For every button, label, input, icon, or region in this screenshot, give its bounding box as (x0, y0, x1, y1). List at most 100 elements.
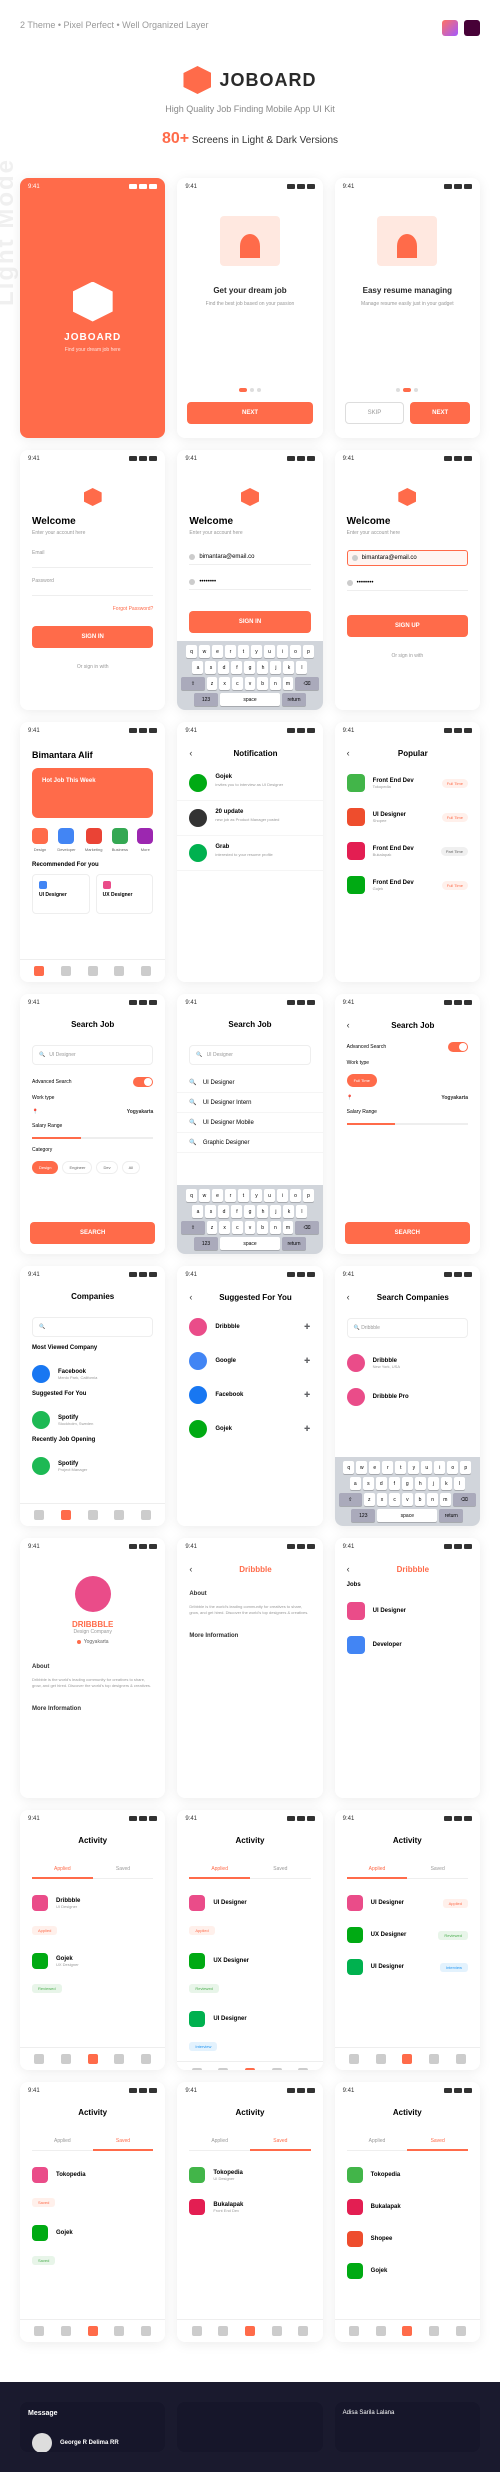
back-icon[interactable]: ‹ (347, 1564, 350, 1574)
search-input[interactable]: 🔍 Dribbble (347, 1318, 468, 1338)
activity-item[interactable]: DribbbleUI Designer (20, 1887, 165, 1919)
chip-all[interactable]: All (122, 1161, 140, 1174)
tab-profile-icon[interactable] (141, 966, 151, 976)
password-input[interactable]: •••••••• (189, 575, 310, 590)
password-input[interactable] (32, 587, 153, 596)
next-button[interactable]: NEXT (410, 402, 470, 424)
company-item[interactable]: Dribbble Pro (335, 1380, 480, 1414)
notification-item[interactable]: Grabinterested to your resume profile (177, 836, 322, 871)
tab-saved[interactable]: Saved (407, 1861, 468, 1879)
activity-item[interactable]: UI Designer (177, 2003, 322, 2035)
tab-saved[interactable]: Saved (93, 2133, 154, 2151)
forgot-link[interactable]: Forgot Password? (32, 606, 153, 612)
suggestion-item[interactable]: 🔍 Graphic Designer (177, 1133, 322, 1153)
company-item[interactable]: DribbbleNew York, USA (335, 1346, 480, 1380)
tab-message-icon[interactable] (114, 2054, 124, 2064)
saved-item[interactable]: Tokopedia (20, 2159, 165, 2191)
skip-button[interactable]: SKIP (345, 402, 405, 424)
saved-item[interactable]: Gojek (335, 2255, 480, 2287)
tab-saved[interactable]: Saved (250, 1861, 311, 1879)
back-icon[interactable]: ‹ (189, 1292, 192, 1302)
signin-button[interactable]: SIGN IN (189, 611, 310, 633)
notification-item[interactable]: Gojekinvites you to interview as UI Desi… (177, 766, 322, 801)
job-list-item[interactable]: Front End DevGojekFull Time (335, 868, 480, 902)
tab-activity-icon[interactable] (402, 2326, 412, 2336)
promo-card[interactable]: Hot Job This Week (32, 768, 153, 818)
saved-item[interactable]: TokopediaUI Designer (177, 2159, 322, 2191)
chip-design[interactable]: Design (32, 1161, 58, 1174)
tab-home-icon[interactable] (34, 1510, 44, 1520)
signup-button[interactable]: SIGN UP (347, 615, 468, 637)
tab-message-icon[interactable] (114, 1510, 124, 1520)
tab-applied[interactable]: Applied (347, 2133, 408, 2151)
back-icon[interactable]: ‹ (347, 1292, 350, 1302)
tab-companies-icon[interactable] (61, 1510, 71, 1520)
chip-fulltime[interactable]: Full Time (347, 1074, 377, 1087)
tab-search-icon[interactable] (61, 2326, 71, 2336)
tab-profile-icon[interactable] (141, 2326, 151, 2336)
advanced-toggle[interactable] (448, 1042, 468, 1052)
tab-message-icon[interactable] (429, 2326, 439, 2336)
tab-message-icon[interactable] (272, 2326, 282, 2336)
category-more[interactable]: More (137, 828, 153, 852)
back-icon[interactable]: ‹ (347, 748, 350, 758)
tab-activity-icon[interactable] (402, 2054, 412, 2064)
keyboard[interactable]: qwertyuiop asdfghjkl ⇧zxcvbnm⌫ 123spacer… (177, 1185, 322, 1254)
job-card[interactable]: UI Designer (32, 874, 90, 914)
search-button[interactable]: SEARCH (30, 1222, 155, 1244)
company-item[interactable]: Google➕ (177, 1344, 322, 1378)
job-card[interactable]: UX Designer (96, 874, 154, 914)
tab-search-icon[interactable] (376, 2326, 386, 2336)
category-dev[interactable]: Developer (57, 828, 75, 852)
tab-activity-icon[interactable] (88, 966, 98, 976)
activity-item[interactable]: UI Designer (177, 1887, 322, 1919)
tab-applied[interactable]: Applied (347, 1861, 408, 1879)
tab-home-icon[interactable] (34, 966, 44, 976)
back-icon[interactable]: ‹ (189, 1564, 192, 1574)
tab-profile-icon[interactable] (456, 2054, 466, 2064)
salary-slider[interactable] (347, 1123, 468, 1125)
activity-item[interactable]: UI DesignerInterview (335, 1951, 480, 1983)
tab-saved[interactable]: Saved (93, 1861, 154, 1879)
job-item[interactable]: Developer (335, 1628, 480, 1662)
tab-applied[interactable]: Applied (32, 1861, 93, 1879)
saved-item[interactable]: Gojek (20, 2217, 165, 2249)
activity-item[interactable]: UX DesignerReviewed (335, 1919, 480, 1951)
chip-engineer[interactable]: Engineer (62, 1161, 92, 1174)
company-item[interactable]: Facebook➕ (177, 1378, 322, 1412)
activity-item[interactable]: UX Designer (177, 1945, 322, 1977)
tab-profile-icon[interactable] (141, 1510, 151, 1520)
job-list-item[interactable]: Front End DevTokopediaFull Time (335, 766, 480, 800)
salary-slider[interactable] (32, 1137, 153, 1139)
email-input[interactable]: bimantara@email.co (189, 550, 310, 565)
tab-profile-icon[interactable] (141, 2054, 151, 2064)
activity-item[interactable]: GojekUX Designer (20, 1945, 165, 1977)
saved-item[interactable]: BukalapakFront End Dev (177, 2191, 322, 2223)
tab-home-icon[interactable] (349, 2326, 359, 2336)
activity-item[interactable]: UI DesignerApplied (335, 1887, 480, 1919)
tab-activity-icon[interactable] (88, 2326, 98, 2336)
password-input[interactable]: •••••••• (347, 576, 468, 591)
chip-dev[interactable]: Dev (96, 1161, 117, 1174)
tab-home-icon[interactable] (349, 2054, 359, 2064)
company-item[interactable]: FacebookMenlo Park, California (20, 1357, 165, 1391)
tab-search-icon[interactable] (376, 2054, 386, 2064)
search-button[interactable]: SEARCH (345, 1222, 470, 1244)
tab-activity-icon[interactable] (245, 2326, 255, 2336)
search-input[interactable]: 🔍 (32, 1317, 153, 1337)
tab-message-icon[interactable] (114, 2326, 124, 2336)
tab-search-icon[interactable] (61, 966, 71, 976)
job-list-item[interactable]: UI DesignerShopeeFull Time (335, 800, 480, 834)
tab-saved[interactable]: Saved (407, 2133, 468, 2151)
category-marketing[interactable]: Marketing (85, 828, 103, 852)
back-icon[interactable]: ‹ (347, 1020, 350, 1030)
tab-message-icon[interactable] (429, 2054, 439, 2064)
category-design[interactable]: Design (32, 828, 48, 852)
tab-profile-icon[interactable] (456, 2326, 466, 2336)
tab-activity-icon[interactable] (245, 2068, 255, 2070)
saved-item[interactable]: Tokopedia (335, 2159, 480, 2191)
notification-item[interactable]: 20 updatenew job as Product Manager post… (177, 801, 322, 836)
search-input[interactable]: 🔍 UI Designer (32, 1045, 153, 1065)
email-input-error[interactable]: bimantara@email.co (347, 550, 468, 566)
search-input[interactable]: 🔍 UI Designer (189, 1045, 310, 1065)
